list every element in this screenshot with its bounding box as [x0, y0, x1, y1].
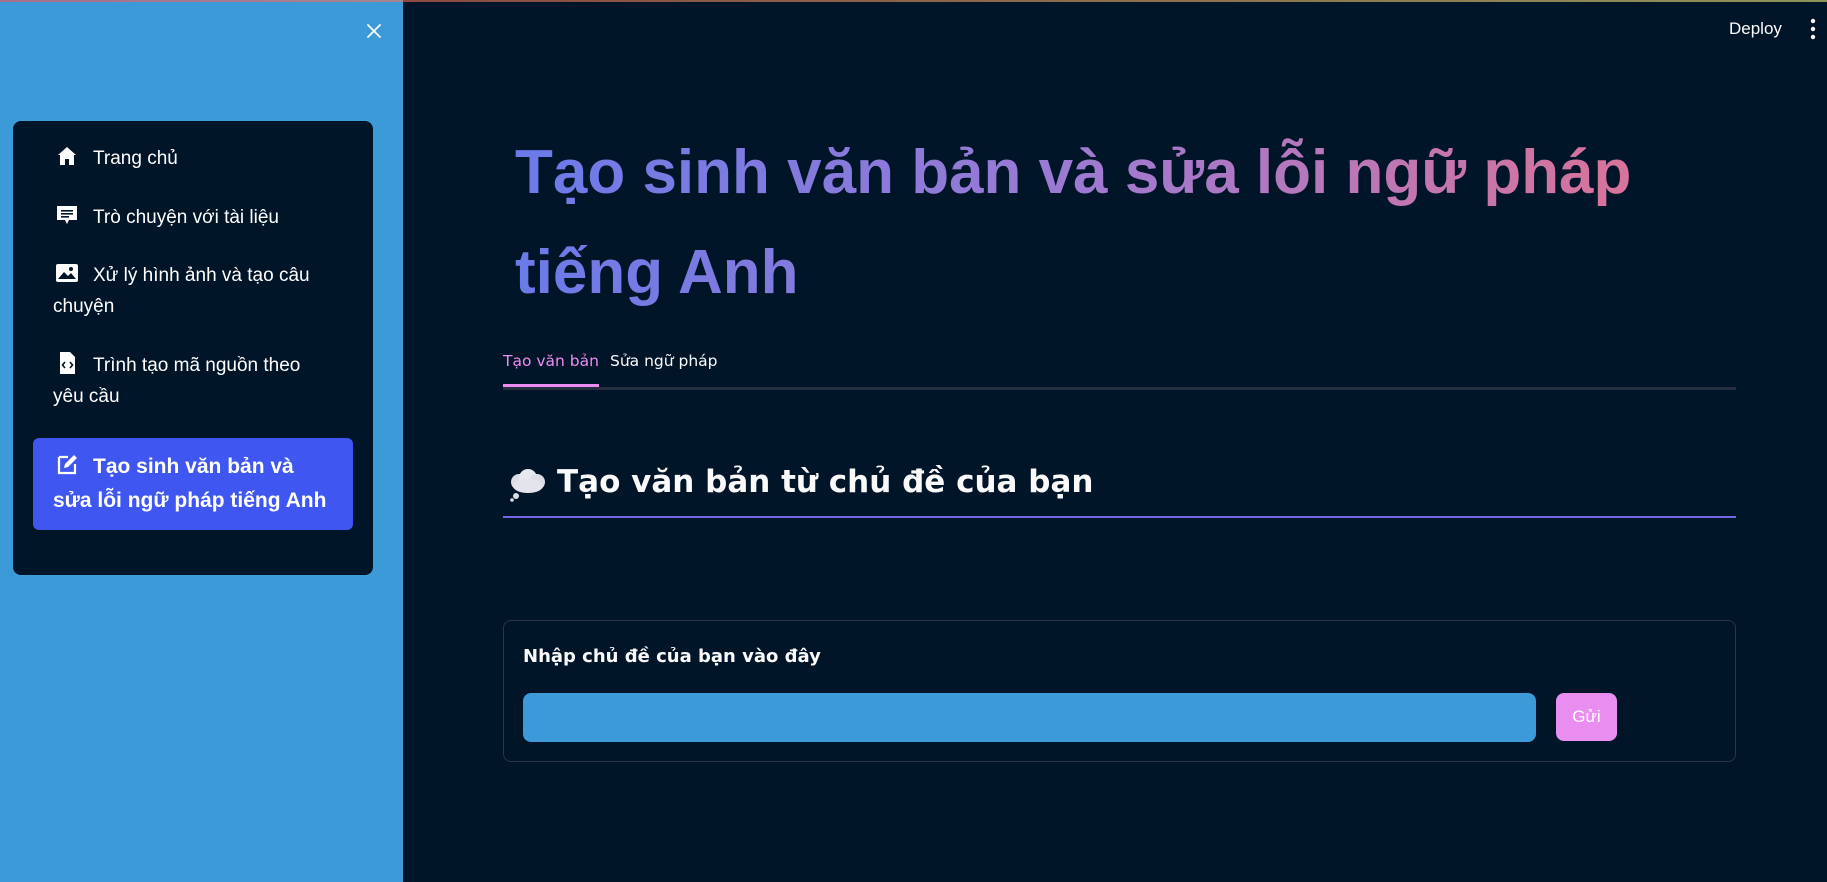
- thought-bubble-icon: [510, 469, 545, 502]
- chat-icon: [57, 206, 77, 224]
- sidebar-item-label: Trò chuyện với tài liệu: [93, 207, 280, 228]
- tab-bar: Tạo văn bản Sửa ngữ pháp: [503, 346, 1736, 390]
- page-title: Tạo sinh văn bản và sửa lỗi ngữ pháp tiế…: [515, 123, 1695, 323]
- kebab-icon[interactable]: [1804, 16, 1822, 42]
- sidebar-item-label: Tạo sinh văn bản và sửa lỗi ngữ pháp tiế…: [53, 455, 327, 512]
- sidebar-item-text-generation[interactable]: Tạo sinh văn bản và sửa lỗi ngữ pháp tiế…: [33, 438, 353, 530]
- close-icon: [367, 24, 381, 38]
- sidebar-item-chat-documents[interactable]: Trò chuyện với tài liệu: [33, 195, 353, 252]
- section-header: Tạo văn bản từ chủ đề của bạn: [503, 462, 1736, 518]
- top-decoration-line: [0, 0, 1827, 2]
- topic-form: Nhập chủ đề của bạn vào đây Gửi: [503, 620, 1736, 762]
- sidebar-item-code-generator[interactable]: Trình tạo mã nguồn theo yêu cầu: [33, 344, 353, 432]
- edit-icon: [57, 455, 77, 475]
- send-button[interactable]: Gửi: [1556, 693, 1617, 741]
- section-heading: Tạo văn bản từ chủ đề của bạn: [557, 464, 1094, 500]
- tab-grammar-fix[interactable]: Sửa ngữ pháp: [610, 352, 718, 384]
- sidebar-item-label: Trình tạo mã nguồn theo yêu cầu: [53, 355, 301, 407]
- topic-input[interactable]: [523, 693, 1536, 742]
- sidebar-item-image-story[interactable]: Xử lý hình ảnh và tạo câu chuyện: [33, 254, 353, 342]
- sidebar-item-label: Xử lý hình ảnh và tạo câu chuyện: [53, 265, 310, 317]
- sidebar-close-button[interactable]: [359, 16, 389, 46]
- topic-input-label: Nhập chủ đề của bạn vào đây: [523, 646, 821, 667]
- sidebar: Trang chủ Trò chuyện với tài liệu Xử lý …: [0, 0, 403, 882]
- image-icon: [56, 264, 78, 282]
- sidebar-item-label: Trang chủ: [93, 148, 178, 169]
- code-file-icon: [60, 352, 75, 374]
- home-icon: [58, 147, 76, 165]
- tab-generate-text[interactable]: Tạo văn bản: [503, 352, 599, 387]
- deploy-button[interactable]: Deploy: [1715, 14, 1796, 44]
- sidebar-item-home[interactable]: Trang chủ: [33, 136, 353, 193]
- sidebar-nav: Trang chủ Trò chuyện với tài liệu Xử lý …: [13, 121, 373, 575]
